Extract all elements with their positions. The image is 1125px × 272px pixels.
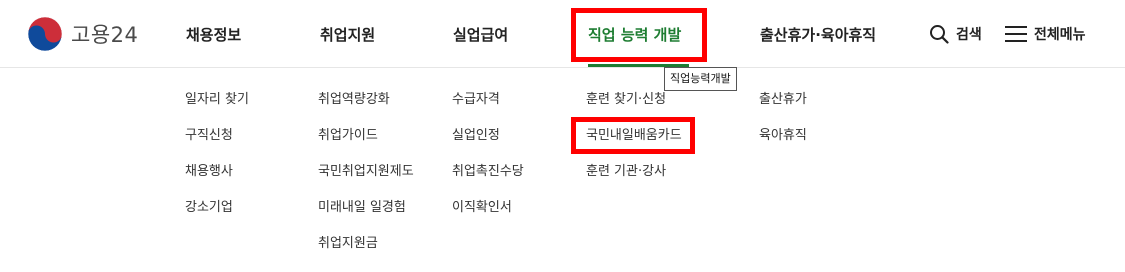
logo-text: 고용24 xyxy=(71,23,139,47)
submenu-item-work-experience[interactable]: 미래내일 일경험 xyxy=(318,198,414,234)
hamburger-menu-icon xyxy=(1005,26,1027,42)
submenu-item-find-training[interactable]: 훈련 찾기·신청 xyxy=(586,90,682,126)
search-button[interactable]: 검색 xyxy=(929,22,982,46)
submenu-item-employment-subsidy[interactable]: 취업지원금 xyxy=(318,234,414,270)
submenu-item-unemployment-certification[interactable]: 실업인정 xyxy=(452,126,524,162)
submenu-item-promotion-allowance[interactable]: 취업촉진수당 xyxy=(452,162,524,198)
submenu-item-find-job[interactable]: 일자리 찾기 xyxy=(185,90,249,126)
global-header: 고용24 채용정보 취업지원 실업급여 직업 능력 개발 출산휴가·육아휴직 검… xyxy=(0,0,1125,68)
all-menu-button[interactable]: 전체메뉴 xyxy=(1005,22,1086,46)
site-logo[interactable]: 고용24 xyxy=(27,16,138,52)
submenu-item-hiring-event[interactable]: 채용행사 xyxy=(185,162,249,198)
submenu-item-maternity-leave[interactable]: 출산휴가 xyxy=(759,90,807,126)
submenu-column-parental-leave: 출산휴가 육아휴직 xyxy=(759,90,807,162)
submenu-item-capacity-building[interactable]: 취업역량강화 xyxy=(318,90,414,126)
submenu-item-small-giant[interactable]: 강소기업 xyxy=(185,198,249,234)
gnb-item-parental-leave[interactable]: 출산휴가·육아휴직 xyxy=(760,24,876,46)
submenu-item-eligibility[interactable]: 수급자격 xyxy=(452,90,524,126)
tooltip: 직업능력개발 xyxy=(664,67,737,91)
taegeuk-emblem-icon xyxy=(27,16,63,52)
gnb-item-vocational-training[interactable]: 직업 능력 개발 xyxy=(588,24,681,46)
submenu-item-job-application[interactable]: 구직신청 xyxy=(185,126,249,162)
submenu-column-job-info: 일자리 찾기 구직신청 채용행사 강소기업 xyxy=(185,90,249,234)
submenu-column-unemployment-benefit: 수급자격 실업인정 취업촉진수당 이직확인서 xyxy=(452,90,524,234)
gnb-item-job-info[interactable]: 채용정보 xyxy=(186,24,241,46)
submenu-item-national-employment-support[interactable]: 국민취업지원제도 xyxy=(318,162,414,198)
submenu-item-naeil-baeum-card[interactable]: 국민내일배움카드 xyxy=(586,126,682,162)
all-menu-label: 전체메뉴 xyxy=(1034,27,1086,43)
search-icon xyxy=(930,25,949,44)
submenu-item-separation-confirmation[interactable]: 이직확인서 xyxy=(452,198,524,234)
gnb-item-unemployment-benefit[interactable]: 실업급여 xyxy=(453,24,508,46)
submenu-item-parental-leave[interactable]: 육아휴직 xyxy=(759,126,807,162)
submenu-item-training-institution[interactable]: 훈련 기관·강사 xyxy=(586,162,682,198)
submenu-column-employment-support: 취업역량강화 취업가이드 국민취업지원제도 미래내일 일경험 취업지원금 xyxy=(318,90,414,270)
search-label: 검색 xyxy=(956,27,982,43)
submenu-column-vocational-training: 훈련 찾기·신청 국민내일배움카드 훈련 기관·강사 xyxy=(586,90,682,198)
gnb-item-employment-support[interactable]: 취업지원 xyxy=(320,24,375,46)
submenu-item-job-guide[interactable]: 취업가이드 xyxy=(318,126,414,162)
